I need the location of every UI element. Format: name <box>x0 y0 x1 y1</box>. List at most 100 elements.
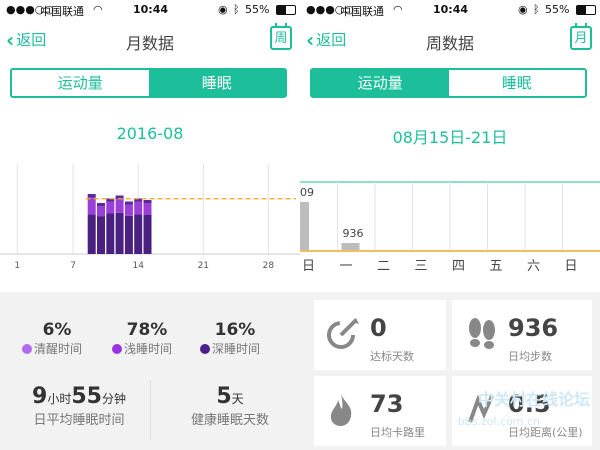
sleep-bar <box>134 201 143 215</box>
page-title: 周数据 <box>425 34 474 53</box>
watermark: 中关村在线论坛 <box>477 390 590 409</box>
target-icon <box>327 318 359 349</box>
sleep-bar <box>87 194 96 198</box>
sleep-bar <box>124 201 133 205</box>
steps-bar-chart: 日 一 二 三 四 五 六 日 09 936 <box>300 181 600 274</box>
avg-sleep-minutes: 55 <box>71 384 102 409</box>
awake-label: 清醒时间 <box>34 342 83 356</box>
tab-activity[interactable]: 运动量 <box>312 70 449 96</box>
calendar-week-button[interactable]: 周 <box>270 23 292 50</box>
page-title: 月数据 <box>125 34 174 53</box>
sleep-bar <box>87 197 96 215</box>
stat-awake: 6% 清醒时间 <box>22 320 92 357</box>
steps-bar-label: 936 <box>343 227 364 240</box>
battery-percent: 55% <box>545 3 570 16</box>
sleep-bar-chart: 1 7 14 21 28 <box>0 164 300 270</box>
light-sleep-percent: 78% <box>126 320 168 340</box>
x-tick-label: 7 <box>70 261 76 270</box>
x-tick-label: 一 <box>340 259 353 274</box>
awake-percent: 6% <box>42 320 72 340</box>
healthy-days-label: 健康睡眠天数 <box>190 413 269 428</box>
x-tick-label: 三 <box>415 259 428 274</box>
stat-avg-sleep: 9小时55分钟 日平均睡眠时间 <box>14 384 144 428</box>
avg-calories-value: 73 <box>370 390 404 418</box>
sleep-bar <box>106 201 115 214</box>
nav-bar: ‹ 返回 周数据 月 <box>300 22 600 58</box>
sleep-bar <box>124 204 133 216</box>
x-tick-label: 1 <box>14 261 20 270</box>
steps-bar-label: 09 <box>300 186 314 199</box>
steps-bar <box>300 202 309 250</box>
battery-icon <box>576 5 596 15</box>
month-sleep-panel: ●●●○○ 中国联通 ◠ 10:44 ◉ ᛒ 55% ‹ 返回 月数据 周 运动量… <box>0 0 300 450</box>
sleep-bar <box>143 215 152 254</box>
week-activity-panel: ●●●○○ 中国联通 ◠ 10:44 ◉ ᛒ 55% ‹ 返回 周数据 月 运动量… <box>300 0 600 450</box>
sleep-bar <box>97 206 105 217</box>
tab-sleep[interactable]: 睡眠 <box>148 70 285 96</box>
sleep-bar <box>115 212 124 254</box>
wifi-icon: ◠ <box>393 3 403 16</box>
healthy-days-unit: 天 <box>231 392 244 406</box>
x-tick-label: 二 <box>377 259 390 274</box>
target-days-label: 达标天数 <box>370 350 414 363</box>
bluetooth-icon: ᛒ <box>233 3 240 16</box>
x-tick-label: 六 <box>527 259 540 274</box>
sleep-bar <box>97 203 105 206</box>
minutes-unit: 分钟 <box>101 392 126 406</box>
lock-icon: ◉ <box>218 3 228 16</box>
avg-steps-label: 日均步数 <box>508 350 552 363</box>
x-tick-label: 四 <box>452 259 465 274</box>
steps-bar <box>341 242 360 250</box>
period-label: 08月15日-21日 <box>392 128 508 147</box>
x-tick-label: 日 <box>565 259 578 274</box>
x-tick-label: 28 <box>263 261 275 270</box>
tile-target-days: 0 达标天数 <box>314 300 446 370</box>
tile-avg-calories: 73 日均卡路里 <box>314 376 446 446</box>
healthy-days-value: 5 <box>216 384 232 409</box>
segment-control: 运动量 睡眠 <box>10 68 287 98</box>
carrier-label: 中国联通 <box>340 5 384 18</box>
footprint-icon <box>469 318 495 349</box>
deep-sleep-label: 深睡时间 <box>212 342 261 356</box>
divider <box>150 380 151 440</box>
tab-sleep[interactable]: 睡眠 <box>449 70 586 96</box>
battery-percent: 55% <box>245 3 270 16</box>
sleep-bar <box>97 216 105 254</box>
segment-control: 运动量 睡眠 <box>310 68 587 98</box>
sleep-bar <box>87 214 96 254</box>
avg-calories-label: 日均卡路里 <box>370 426 425 439</box>
clock: 10:44 <box>133 3 169 16</box>
carrier-label: 中国联通 <box>40 5 84 18</box>
sleep-bar <box>115 199 124 213</box>
status-bar: ●●●○○ 中国联通 ◠ 10:44 ◉ ᛒ 55% <box>300 0 600 20</box>
bluetooth-icon: ᛒ <box>533 3 540 16</box>
sleep-bar <box>143 203 152 215</box>
sleep-bar <box>143 200 152 203</box>
hours-unit: 小时 <box>47 392 72 406</box>
watermark-url: bbs.zol.com.cn <box>457 415 540 428</box>
light-sleep-label: 浅睡时间 <box>124 342 173 356</box>
target-days-value: 0 <box>370 314 387 342</box>
avg-steps-value: 936 <box>508 314 559 342</box>
light-sleep-dot-icon <box>112 344 122 354</box>
calendar-month-button[interactable]: 月 <box>570 23 592 50</box>
stat-healthy-days: 5天 健康睡眠天数 <box>165 384 295 428</box>
status-bar: ●●●○○ 中国联通 ◠ 10:44 ◉ ᛒ 55% <box>0 0 300 20</box>
period-label: 2016-08 <box>116 124 184 143</box>
lock-icon: ◉ <box>518 3 528 16</box>
stat-deep-sleep: 16% 深睡时间 <box>200 320 270 357</box>
clock: 10:44 <box>433 3 469 16</box>
deep-sleep-percent: 16% <box>214 320 256 340</box>
sleep-bar <box>124 215 133 254</box>
deep-sleep-dot-icon <box>200 344 210 354</box>
x-tick-label: 14 <box>132 261 144 270</box>
x-tick-label: 日 <box>302 259 315 274</box>
stat-light-sleep: 78% 浅睡时间 <box>112 320 182 357</box>
tile-avg-steps: 936 日均步数 <box>452 300 592 370</box>
tab-activity[interactable]: 运动量 <box>12 70 149 96</box>
flame-icon <box>330 394 352 426</box>
wifi-icon: ◠ <box>93 3 103 16</box>
nav-bar: ‹ 返回 月数据 周 <box>0 22 300 58</box>
sleep-bar <box>106 213 115 254</box>
avg-sleep-label: 日平均睡眠时间 <box>33 413 125 428</box>
